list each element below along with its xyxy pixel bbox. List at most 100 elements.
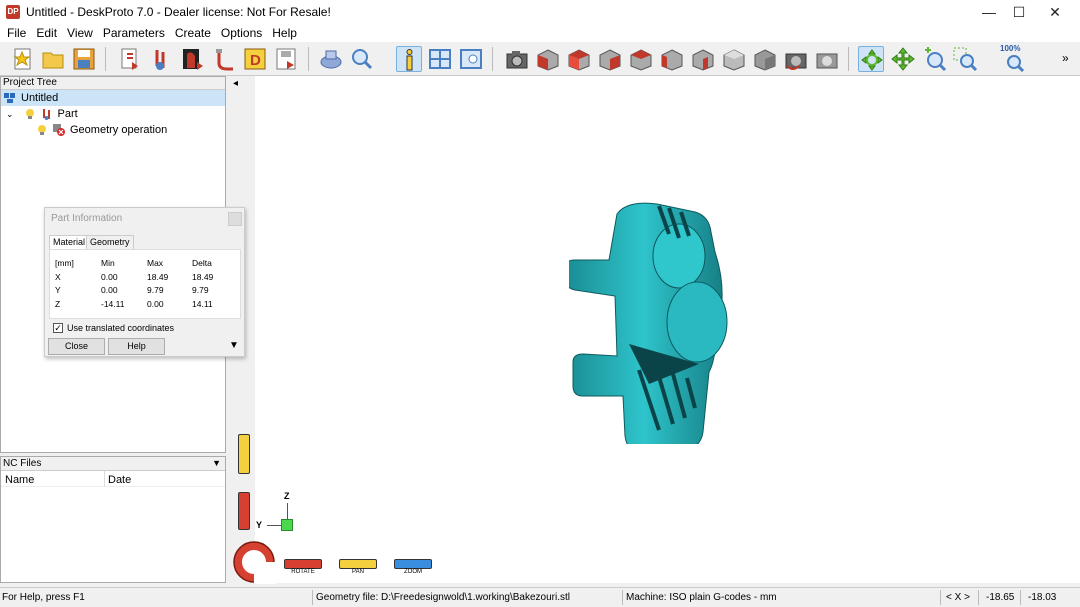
menu-file[interactable]: File: [2, 26, 31, 40]
status-separator: [1020, 590, 1021, 605]
zoom-in-icon[interactable]: [921, 46, 947, 72]
view-iso-icon[interactable]: [535, 46, 561, 72]
toolbar: D 100% »: [0, 42, 1080, 76]
tilt-slider[interactable]: [238, 434, 250, 474]
column-header-name[interactable]: Name: [5, 474, 34, 486]
dialog-title: Part Information: [51, 213, 123, 224]
export-icon[interactable]: [273, 46, 299, 72]
save-icon[interactable]: [71, 46, 97, 72]
simulation-icon[interactable]: [318, 46, 344, 72]
nc-files-title: NC Files: [3, 458, 42, 469]
view-top-icon[interactable]: [690, 46, 716, 72]
minimize-button[interactable]: —: [972, 0, 1006, 24]
tree-item-label: Geometry operation: [70, 124, 168, 136]
extents-table: [mm] Min Max Delta X 0.00 18.49 18.49 Y …: [49, 249, 241, 319]
zoom-window-icon[interactable]: [952, 46, 978, 72]
tab-geometry[interactable]: Geometry: [86, 235, 134, 249]
3d-viewport[interactable]: ◂ Z Y ROTATE PAN ZOOM: [229, 76, 1080, 584]
view-right-icon[interactable]: [597, 46, 623, 72]
view-settings-icon[interactable]: [458, 46, 484, 72]
help-button[interactable]: Help: [108, 338, 165, 355]
lightbulb-icon[interactable]: [36, 124, 48, 136]
axis-y-label: Y: [256, 520, 263, 530]
dialog-expand-arrow[interactable]: ▼: [229, 340, 239, 351]
mode-pan[interactable]: PAN: [339, 559, 377, 575]
status-separator: [622, 590, 623, 605]
table-header: Delta: [192, 258, 212, 268]
mode-pan-label: PAN: [352, 569, 364, 575]
dropdown-arrow-icon[interactable]: ▼: [212, 457, 221, 470]
view-back-icon[interactable]: [628, 46, 654, 72]
tree-item-part[interactable]: ⌄ Part: [6, 106, 78, 122]
bitmap-icon[interactable]: [180, 46, 206, 72]
rotate-dial[interactable]: [232, 540, 276, 584]
toolbar-separator: [492, 47, 493, 71]
mode-zoom[interactable]: ZOOM: [394, 559, 432, 575]
part-icon[interactable]: [149, 46, 175, 72]
toolbar-separator: [848, 47, 849, 71]
new-project-icon[interactable]: [10, 46, 36, 72]
project-tree-header: Project Tree: [1, 77, 225, 90]
status-separator: [940, 590, 941, 605]
save-camera-icon[interactable]: [814, 46, 840, 72]
table-header: Min: [101, 258, 115, 268]
column-divider[interactable]: [104, 471, 105, 487]
toolbar-separator: [105, 47, 106, 71]
table-cell: 14.11: [192, 299, 213, 309]
layout-icon[interactable]: [427, 46, 453, 72]
menu-parameters[interactable]: Parameters: [98, 26, 170, 40]
status-bar: For Help, press F1 Geometry file: D:\Fre…: [0, 587, 1080, 607]
column-header-date[interactable]: Date: [108, 474, 131, 486]
part-info-icon[interactable]: [396, 46, 422, 72]
table-header: Max: [147, 258, 164, 268]
chevron-down-icon[interactable]: ⌄: [6, 109, 14, 120]
tree-item-label: Untitled: [21, 92, 59, 104]
view-cube-icon[interactable]: [721, 46, 747, 72]
dxf-icon[interactable]: D: [242, 46, 268, 72]
view-front-icon[interactable]: [566, 46, 592, 72]
checkbox-label: Use translated coordinates: [67, 323, 175, 333]
table-cell: Z: [55, 299, 61, 309]
reset-camera-icon[interactable]: [783, 46, 809, 72]
menu-options[interactable]: Options: [216, 26, 267, 40]
toolbar-overflow-button[interactable]: »: [1062, 51, 1069, 65]
pan-tool-icon[interactable]: [890, 46, 916, 72]
view-left-icon[interactable]: [659, 46, 685, 72]
status-separator: [312, 590, 313, 605]
dialog-title-bar[interactable]: Part Information: [45, 208, 244, 230]
view-bottom-icon[interactable]: [752, 46, 778, 72]
spin-slider[interactable]: [238, 492, 250, 530]
status-axis-selector[interactable]: < X >: [946, 592, 970, 603]
part-information-dialog: Part Information Material Geometry [mm] …: [44, 207, 245, 357]
toolpath-icon[interactable]: [211, 46, 237, 72]
translated-coordinates-checkbox[interactable]: ✓ Use translated coordinates: [53, 323, 174, 333]
inspect-icon[interactable]: [349, 46, 375, 72]
load-part-icon[interactable]: [118, 46, 144, 72]
rotate-tool-icon[interactable]: [858, 46, 884, 72]
mode-rotate[interactable]: ROTATE: [284, 559, 322, 575]
maximize-button[interactable]: ☐: [1002, 0, 1036, 24]
table-cell: 9.79: [192, 285, 209, 295]
tree-item-geometry-operation[interactable]: Geometry operation: [36, 122, 167, 138]
close-dialog-button[interactable]: Close: [48, 338, 105, 355]
collapse-panel-button[interactable]: ◂: [233, 78, 238, 89]
zoom-fit-icon[interactable]: 100%: [998, 44, 1028, 73]
menu-view[interactable]: View: [62, 26, 98, 40]
camera-icon[interactable]: [504, 46, 530, 72]
menu-edit[interactable]: Edit: [31, 26, 62, 40]
table-cell: X: [55, 272, 61, 282]
nc-files-header: NC Files ▼: [1, 457, 225, 471]
toolbar-separator: [308, 47, 309, 71]
open-folder-icon[interactable]: [40, 46, 66, 72]
checkbox-box[interactable]: ✓: [53, 323, 63, 333]
menu-help[interactable]: Help: [267, 26, 302, 40]
table-cell: 18.49: [192, 272, 214, 282]
dialog-close-box[interactable]: [228, 212, 242, 226]
status-coord-1: -18.65: [986, 592, 1015, 603]
title-bar: DP Untitled - DeskProto 7.0 - Dealer lic…: [0, 0, 1080, 24]
tab-material[interactable]: Material: [49, 235, 90, 249]
tree-item-untitled[interactable]: Untitled: [1, 90, 225, 106]
menu-create[interactable]: Create: [170, 26, 216, 40]
close-button[interactable]: ✕: [1038, 0, 1072, 24]
lightbulb-icon[interactable]: [24, 108, 36, 120]
